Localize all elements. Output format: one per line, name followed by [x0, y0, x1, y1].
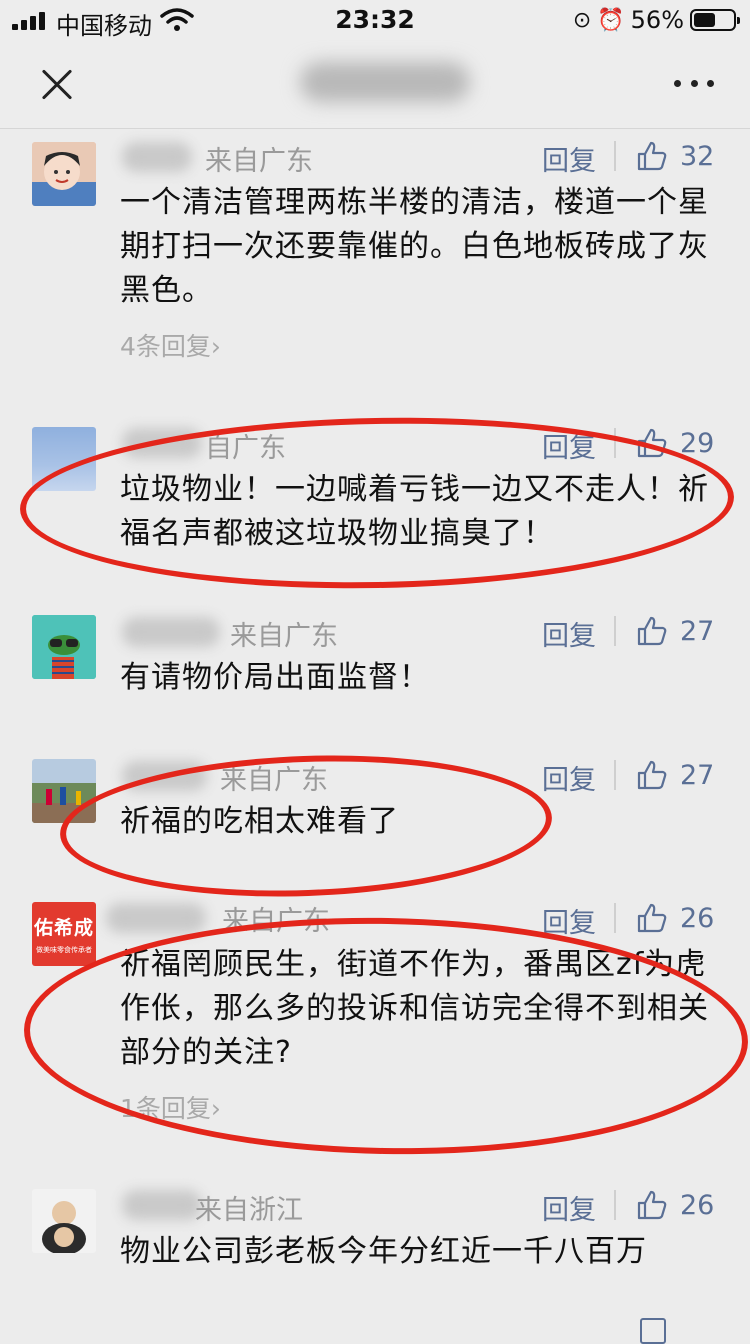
reply-button[interactable]: 回复: [542, 139, 596, 178]
divider: [614, 616, 616, 646]
thumbs-up-icon: [637, 428, 667, 458]
reply-button[interactable]: 回复: [542, 901, 596, 940]
location-label: 自广东: [205, 433, 286, 464]
avatar[interactable]: [32, 142, 96, 206]
alarm-icon: ⏰: [597, 7, 625, 33]
thumbs-up-icon: [637, 616, 667, 646]
comment-item: 佑希成 做美味零食传承者 来自广东 回复 26 祈福罔顾民生，街道不作为，番禺区…: [0, 889, 750, 1179]
thumbs-up-icon: [637, 760, 667, 790]
comment-item: 来自广东 回复 27 祈福的吃相太难看了: [0, 746, 750, 876]
view-replies-link[interactable]: 1条回复›: [120, 1089, 221, 1125]
like-button[interactable]: 27: [636, 758, 714, 792]
like-button[interactable]: 29: [636, 426, 714, 460]
location-label: 来自浙江: [195, 1195, 303, 1226]
close-icon[interactable]: [40, 68, 74, 102]
view-replies-link[interactable]: 4条回复›: [120, 327, 221, 363]
comment-text: 垃圾物业！一边喊着亏钱一边又不走人！祈福名声都被这垃圾物业搞臭了！: [120, 472, 709, 551]
avatar[interactable]: 佑希成 做美味零食传承者: [32, 902, 96, 966]
status-bar: 中国移动 23:32 ⊙ ⏰ 56%: [0, 0, 750, 40]
location-label: 来自广东: [205, 146, 313, 177]
battery-percent: 56%: [630, 6, 684, 34]
like-count: 26: [680, 1189, 715, 1221]
comment-list: 来自广东 回复 32 一个清洁管理两栋半楼的清洁，楼道一个星期打扫一次还要靠催的…: [0, 129, 750, 1334]
chevron-right-icon: ›: [210, 332, 221, 361]
avatar[interactable]: [32, 1189, 96, 1253]
reply-button[interactable]: 回复: [542, 614, 596, 653]
comment-text: 祈福的吃相太难看了: [120, 804, 399, 839]
comment-text: 祈福罔顾民生，街道不作为，番禺区zf为虎作伥，那么多的投诉和信访完全得不到相关部…: [120, 947, 709, 1070]
view-replies-label: 4条回复: [120, 332, 211, 361]
comment-text: 一个清洁管理两栋半楼的清洁，楼道一个星期打扫一次还要靠催的。白色地板砖成了灰黑色…: [120, 185, 709, 308]
reply-button[interactable]: 回复: [542, 426, 596, 465]
battery-icon: [690, 9, 740, 31]
avatar-slogan-text: 做美味零食传承者: [36, 946, 92, 954]
comment-item: 来自广东 回复 32 一个清洁管理两栋半楼的清洁，楼道一个星期打扫一次还要靠催的…: [0, 129, 750, 389]
like-button[interactable]: 26: [636, 901, 714, 935]
nav-bar: [0, 40, 750, 129]
location-label: 来自广东: [220, 765, 328, 796]
comment-item: 来自浙江 回复 26 物业公司彭老板今年分红近一千八百万: [0, 1176, 750, 1334]
avatar[interactable]: [32, 427, 96, 491]
like-button[interactable]: 27: [636, 614, 714, 648]
divider: [614, 1190, 616, 1220]
orientation-lock-icon: ⊙: [572, 7, 592, 33]
avatar[interactable]: [32, 759, 96, 823]
page-title-blurred: [300, 62, 470, 102]
like-count: 32: [680, 140, 715, 172]
like-button[interactable]: 26: [636, 1188, 714, 1222]
avatar[interactable]: [32, 615, 96, 679]
location-label: 来自广东: [222, 906, 330, 937]
divider: [614, 760, 616, 790]
username-blurred[interactable]: [122, 617, 220, 647]
like-count: 29: [680, 427, 715, 459]
like-button[interactable]: 32: [636, 139, 714, 173]
divider: [614, 428, 616, 458]
username-blurred[interactable]: [122, 761, 207, 791]
thumbs-up-icon: [637, 1190, 667, 1220]
username-blurred[interactable]: [122, 142, 192, 172]
partial-icon: [640, 1318, 666, 1344]
comment-text: 有请物价局出面监督！: [120, 660, 430, 695]
comment-text: 物业公司彭老板今年分红近一千八百万: [120, 1234, 647, 1269]
reply-button[interactable]: 回复: [542, 1188, 596, 1227]
avatar-brand-text: 佑希成: [33, 917, 94, 939]
like-count: 27: [680, 615, 715, 647]
like-count: 26: [680, 902, 715, 934]
like-count: 27: [680, 759, 715, 791]
thumbs-up-icon: [637, 141, 667, 171]
comment-item: 来自广东 回复 27 有请物价局出面监督！: [0, 602, 750, 732]
divider: [614, 903, 616, 933]
more-icon[interactable]: [674, 80, 714, 88]
username-blurred[interactable]: [122, 1190, 202, 1220]
view-replies-label: 1条回复: [120, 1094, 211, 1123]
chevron-right-icon: ›: [210, 1094, 221, 1123]
divider: [614, 141, 616, 171]
location-label: 来自广东: [230, 621, 338, 652]
username-blurred[interactable]: [122, 428, 202, 458]
comment-item: 自广东 回复 29 垃圾物业！一边喊着亏钱一边又不走人！祈福名声都被这垃圾物业搞…: [0, 414, 750, 584]
username-blurred[interactable]: [106, 903, 206, 933]
reply-button[interactable]: 回复: [542, 758, 596, 797]
thumbs-up-icon: [637, 903, 667, 933]
